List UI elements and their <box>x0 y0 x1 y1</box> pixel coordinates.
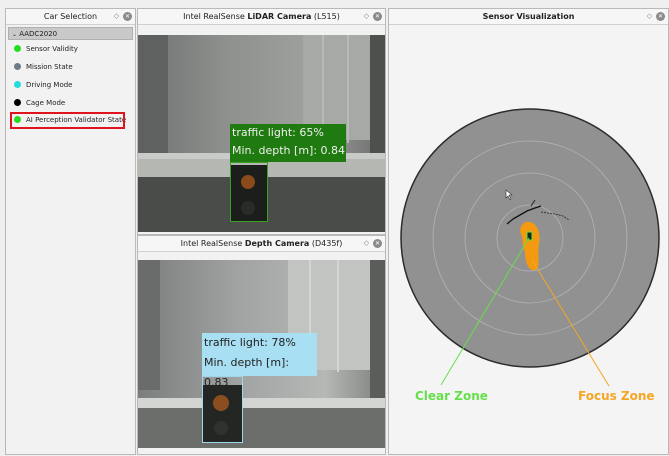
float-icon[interactable]: ◇ <box>112 12 121 21</box>
float-icon[interactable]: ◇ <box>362 12 371 21</box>
lidar-camera-title: Intel RealSense LiDAR Camera (L515) <box>138 9 385 25</box>
tree-item-label: Sensor Validity <box>26 45 78 53</box>
float-icon[interactable]: ◇ <box>362 239 371 248</box>
depth-camera-panel: Intel RealSense Depth Camera (D435f) ◇ ✕ <box>137 235 386 455</box>
tree-item-cage-mode[interactable]: Cage Mode <box>14 96 65 111</box>
detection-label: traffic light: 78% <box>204 336 296 349</box>
car-selection-panel: Car Selection ◇ ✕ ⌄ AADC2020 Sensor Vali… <box>5 8 136 455</box>
tree-item-label: Driving Mode <box>26 81 73 89</box>
clear-zone-label: Clear Zone <box>415 389 488 403</box>
tree-item-label: Mission State <box>26 63 73 71</box>
close-icon[interactable]: ✕ <box>373 239 382 248</box>
vehicle-icon <box>526 231 533 241</box>
lidar-camera-panel: Intel RealSense LiDAR Camera (L515) ◇ ✕ <box>137 8 386 235</box>
float-icon[interactable]: ◇ <box>645 12 654 21</box>
tree-root-label: AADC2020 <box>19 30 58 38</box>
lidar-camera-image: traffic light: 65% Min. depth [m]: 0.84 <box>138 35 385 232</box>
close-icon[interactable]: ✕ <box>123 12 132 21</box>
selection-highlight <box>10 112 125 129</box>
bounding-box <box>230 162 268 222</box>
bounding-box <box>202 376 243 443</box>
detection-depth: Min. depth [m]: 0.84 <box>232 144 346 157</box>
status-dot-icon <box>14 99 21 106</box>
tree-item-mission-state[interactable]: Mission State <box>14 60 73 75</box>
focus-zone-label: Focus Zone <box>578 389 655 403</box>
tree-item-label: Cage Mode <box>26 99 66 107</box>
sensor-visualization-panel: Sensor Visualization ◇ ✕ Clear Zone Focu… <box>388 8 669 455</box>
detection-box: traffic light: 78% Min. depth [m]: 0.83 <box>202 333 317 389</box>
status-dot-icon <box>14 45 21 52</box>
depth-camera-title: Intel RealSense Depth Camera (D435f) <box>138 236 385 252</box>
depth-camera-image: traffic light: 78% Min. depth [m]: 0.83 <box>138 260 385 448</box>
tree-item-sensor-validity[interactable]: Sensor Validity <box>14 42 78 57</box>
chevron-down-icon[interactable]: ⌄ <box>12 31 17 38</box>
detection-box: traffic light: 65% Min. depth [m]: 0.84 <box>230 124 346 162</box>
tree-root-aadc2020[interactable]: ⌄ AADC2020 <box>8 27 133 40</box>
close-icon[interactable]: ✕ <box>373 12 382 21</box>
status-dot-icon <box>14 63 21 70</box>
tree-item-driving-mode[interactable]: Driving Mode <box>14 78 72 93</box>
status-dot-icon <box>14 81 21 88</box>
sensor-visualization-title: Sensor Visualization <box>389 9 668 25</box>
detection-label: traffic light: 65% <box>232 126 324 139</box>
close-icon[interactable]: ✕ <box>656 12 665 21</box>
